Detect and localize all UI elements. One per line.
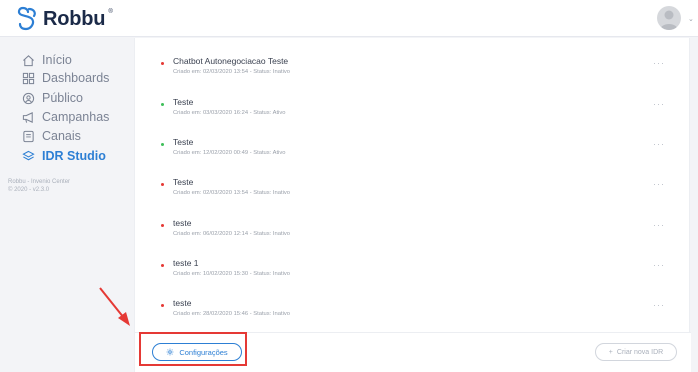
more-options-icon[interactable]: ··· <box>653 139 665 149</box>
item-name: teste 1 <box>173 258 199 268</box>
item-name: Teste <box>173 137 194 147</box>
criar-nova-idr-button[interactable]: + Criar nova IDR <box>595 343 677 361</box>
sidebar-item-label: Público <box>42 91 83 105</box>
sidebar: Início Dashboards Público Campanhas Cana… <box>0 38 131 372</box>
list-item[interactable]: teste Criado em: 28/02/2020 15:46 - Stat… <box>135 286 691 326</box>
gear-icon <box>166 348 174 356</box>
list-item[interactable]: teste Criado em: 06/02/2020 12:14 - Stat… <box>135 206 691 246</box>
top-bar: Robbu ® ⌄ <box>0 0 698 37</box>
status-dot <box>161 183 164 186</box>
list-item[interactable]: Teste Criado em: 03/03/2020 16:24 - Stat… <box>135 85 691 125</box>
item-name: Teste <box>173 97 194 107</box>
status-dot <box>161 304 164 307</box>
item-name: Teste <box>173 177 194 187</box>
item-name: Chatbot Autonegociacao Teste <box>173 56 289 66</box>
configuracoes-label: Configurações <box>179 347 228 357</box>
panel-footer: Configurações + Criar nova IDR <box>135 332 691 372</box>
item-subtitle: Criado em: 28/02/2020 15:46 - Status: In… <box>173 311 290 317</box>
company-label: Robbu - Invenio Center <box>8 179 71 185</box>
criar-nova-idr-label: Criar nova IDR <box>616 348 664 356</box>
sidebar-item-idr-studio[interactable]: IDR Studio <box>22 147 106 165</box>
sidebar-item-label: IDR Studio <box>42 149 106 163</box>
sidebar-item-publico[interactable]: Público <box>22 89 83 107</box>
status-dot <box>161 103 164 106</box>
more-options-icon[interactable]: ··· <box>653 179 665 189</box>
status-dot <box>161 62 164 65</box>
item-subtitle: Criado em: 03/03/2020 16:24 - Status: At… <box>173 110 286 116</box>
home-icon <box>23 54 34 66</box>
sidebar-item-label: Dashboards <box>42 71 110 85</box>
item-subtitle: Criado em: 12/02/2020 00:49 - Status: At… <box>173 150 286 156</box>
item-subtitle: Criado em: 10/02/2020 15:30 - Status: In… <box>173 271 290 277</box>
more-options-icon[interactable]: ··· <box>653 220 665 230</box>
version-label: © 2020 - v2.3.0 <box>8 187 50 193</box>
configuracoes-button[interactable]: Configurações <box>152 343 242 361</box>
list-item[interactable]: Teste Criado em: 02/03/2020 13:54 - Stat… <box>135 165 691 205</box>
more-options-icon[interactable]: ··· <box>653 58 665 68</box>
more-options-icon[interactable]: ··· <box>653 99 665 109</box>
sidebar-item-label: Campanhas <box>42 110 110 124</box>
status-dot <box>161 143 164 146</box>
more-options-icon[interactable]: ··· <box>653 260 665 270</box>
robbu-logo-icon <box>17 6 36 31</box>
avatar-caret-icon[interactable]: ⌄ <box>688 15 694 23</box>
brand-registered-mark: ® <box>108 9 113 15</box>
sidebar-item-label: Início <box>42 53 72 67</box>
plus-icon: + <box>608 348 613 356</box>
status-dot <box>161 264 164 267</box>
list-item[interactable]: Teste Criado em: 12/02/2020 00:49 - Stat… <box>135 125 691 165</box>
list-item[interactable]: teste 1 Criado em: 10/02/2020 15:30 - St… <box>135 246 691 286</box>
status-dot <box>161 224 164 227</box>
megaphone-icon <box>22 111 33 123</box>
grid-icon <box>22 72 35 84</box>
brand-name: Robbu <box>43 7 106 30</box>
item-subtitle: Criado em: 02/03/2020 13:54 - Status: In… <box>173 69 290 75</box>
sidebar-item-dashboards[interactable]: Dashboards <box>22 69 109 87</box>
more-options-icon[interactable]: ··· <box>653 300 665 310</box>
sidebar-item-campanhas[interactable]: Campanhas <box>22 108 109 126</box>
avatar[interactable] <box>657 6 681 30</box>
robbu-logo[interactable]: Robbu ® <box>16 5 113 33</box>
item-subtitle: Criado em: 06/02/2020 12:14 - Status: In… <box>173 231 290 237</box>
audience-icon <box>22 92 35 104</box>
sidebar-item-inicio[interactable]: Início <box>22 51 72 69</box>
item-name: teste <box>173 218 192 228</box>
list-item[interactable]: Chatbot Autonegociacao Teste Criado em: … <box>135 44 691 84</box>
version-info: Robbu - Invenio Center © 2020 - v2.3.0 <box>8 178 70 194</box>
layers-icon <box>22 150 35 160</box>
item-name: teste <box>173 298 192 308</box>
chat-icon <box>23 130 34 142</box>
user-avatar-icon <box>660 10 678 30</box>
item-subtitle: Criado em: 02/03/2020 13:54 - Status: In… <box>173 190 290 196</box>
idr-list-panel: Chatbot Autonegociacao Teste Criado em: … <box>134 38 691 372</box>
sidebar-item-label: Canais <box>42 129 81 143</box>
sidebar-item-canais[interactable]: Canais <box>22 127 81 145</box>
